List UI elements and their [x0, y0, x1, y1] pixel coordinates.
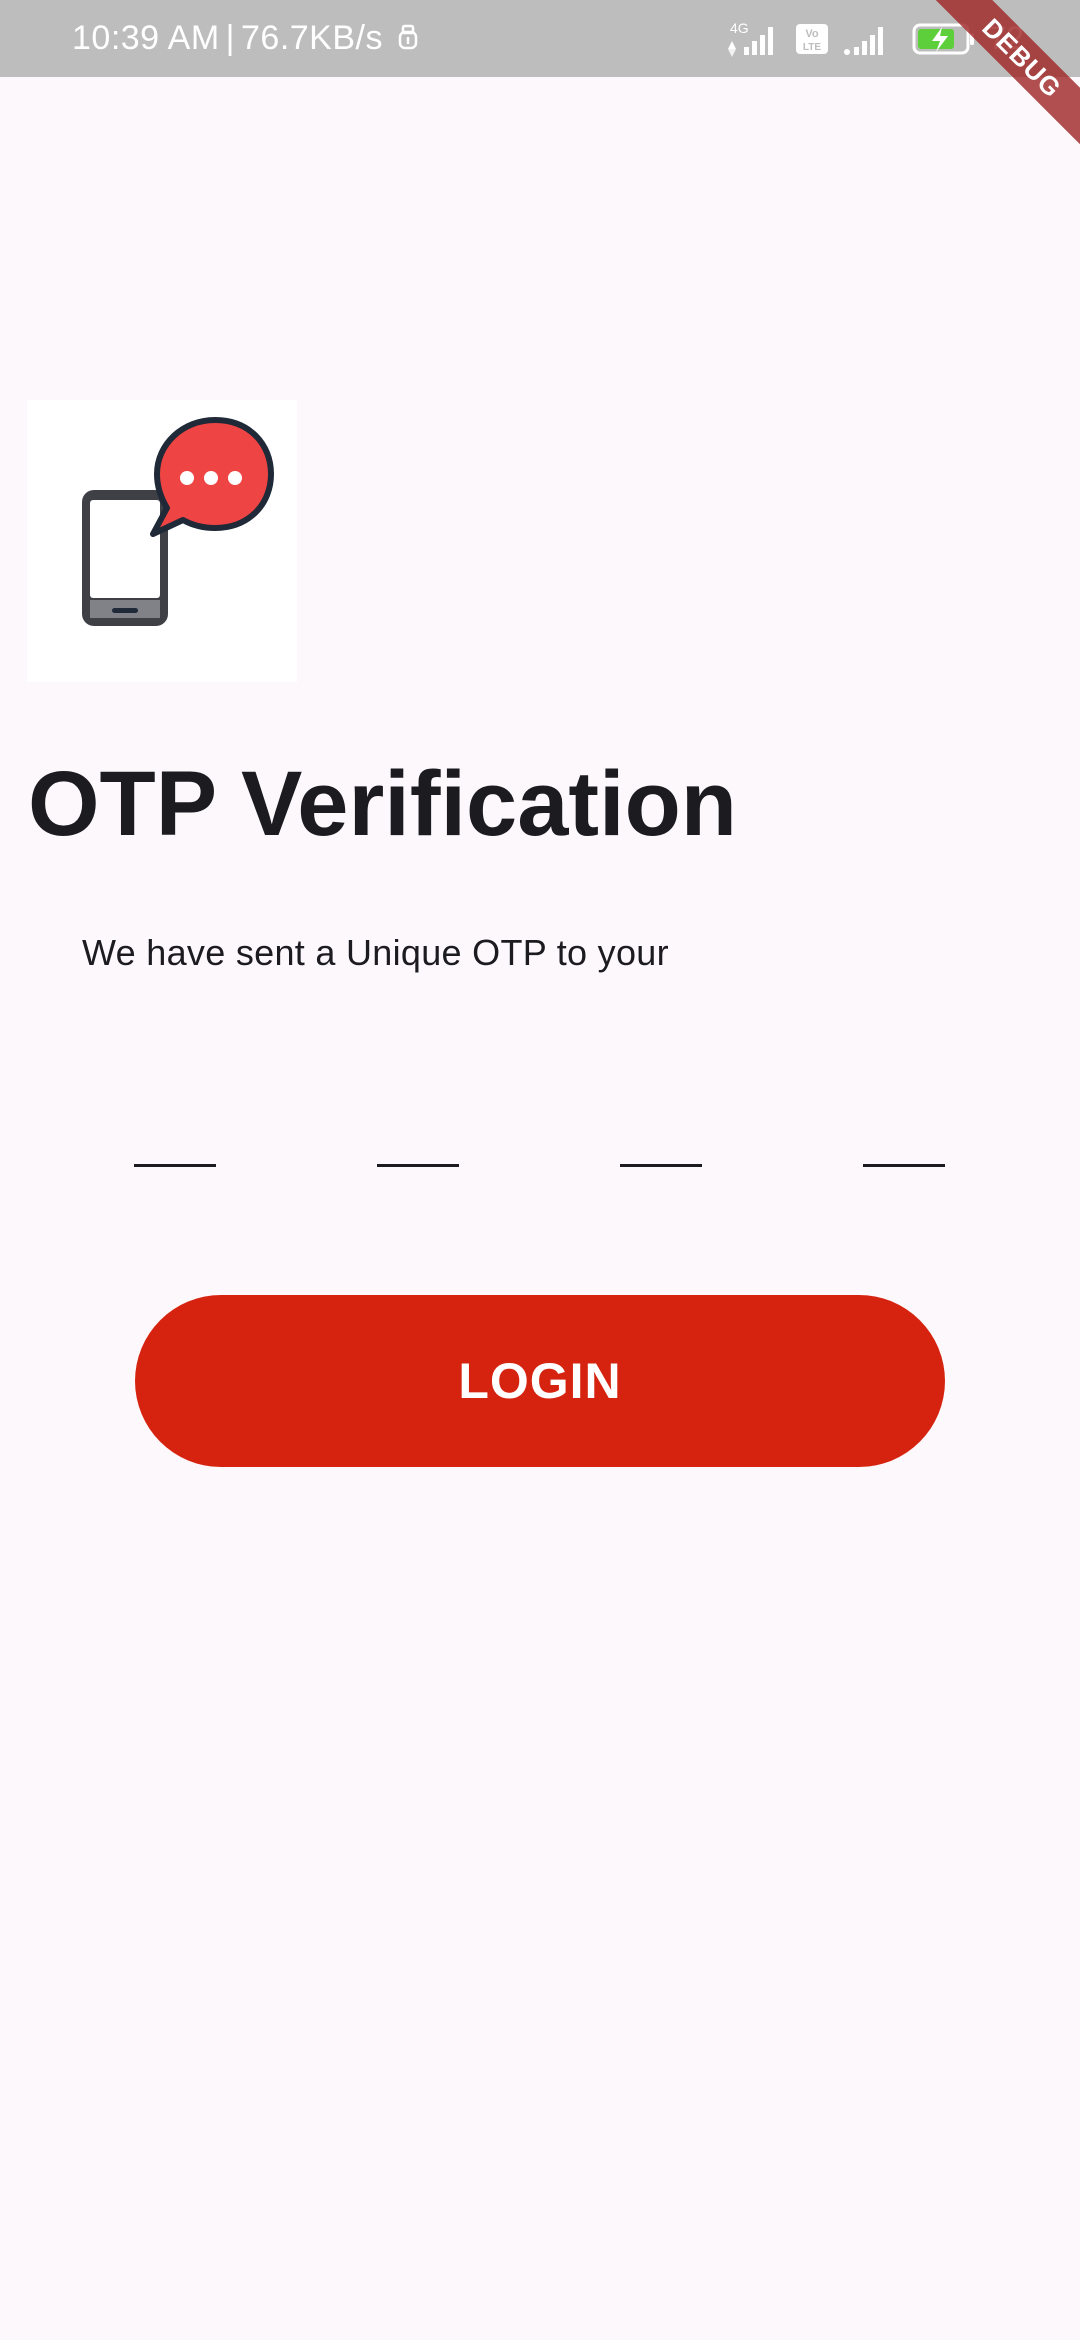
- usb-debug-icon: [397, 24, 419, 54]
- otp-digit-2-input[interactable]: [377, 1100, 459, 1167]
- volte-icon: Vo LTE: [794, 21, 830, 57]
- otp-instructions: We have sent a Unique OTP to your: [82, 932, 669, 973]
- signal-4g-label: 4G: [730, 20, 749, 36]
- otp-verification-screen: 10:39 AM | 76.7KB/s 4G Vo LTE DEBUG OTP …: [0, 0, 1080, 2340]
- status-separator: |: [225, 19, 235, 57]
- svg-text:Vo: Vo: [806, 28, 820, 40]
- signal-4g-icon: 4G: [724, 19, 782, 59]
- network-speed: 76.7KB/s: [241, 19, 383, 57]
- otp-digit-4-input[interactable]: [863, 1100, 945, 1167]
- otp-digit-1-input[interactable]: [134, 1100, 216, 1167]
- status-left-group: 10:39 AM | 76.7KB/s: [72, 0, 419, 77]
- svg-text:LTE: LTE: [803, 42, 821, 53]
- status-bar: 10:39 AM | 76.7KB/s 4G Vo LTE DEBUG: [0, 0, 1080, 165]
- status-time: 10:39 AM: [72, 19, 220, 57]
- signal-2-icon: [842, 19, 900, 59]
- otp-input-row: [0, 1100, 1080, 1170]
- phone-message-icon: [27, 400, 297, 682]
- page-title: OTP Verification: [28, 753, 737, 855]
- otp-digit-3-input[interactable]: [620, 1100, 702, 1167]
- login-button[interactable]: LOGIN: [135, 1295, 945, 1467]
